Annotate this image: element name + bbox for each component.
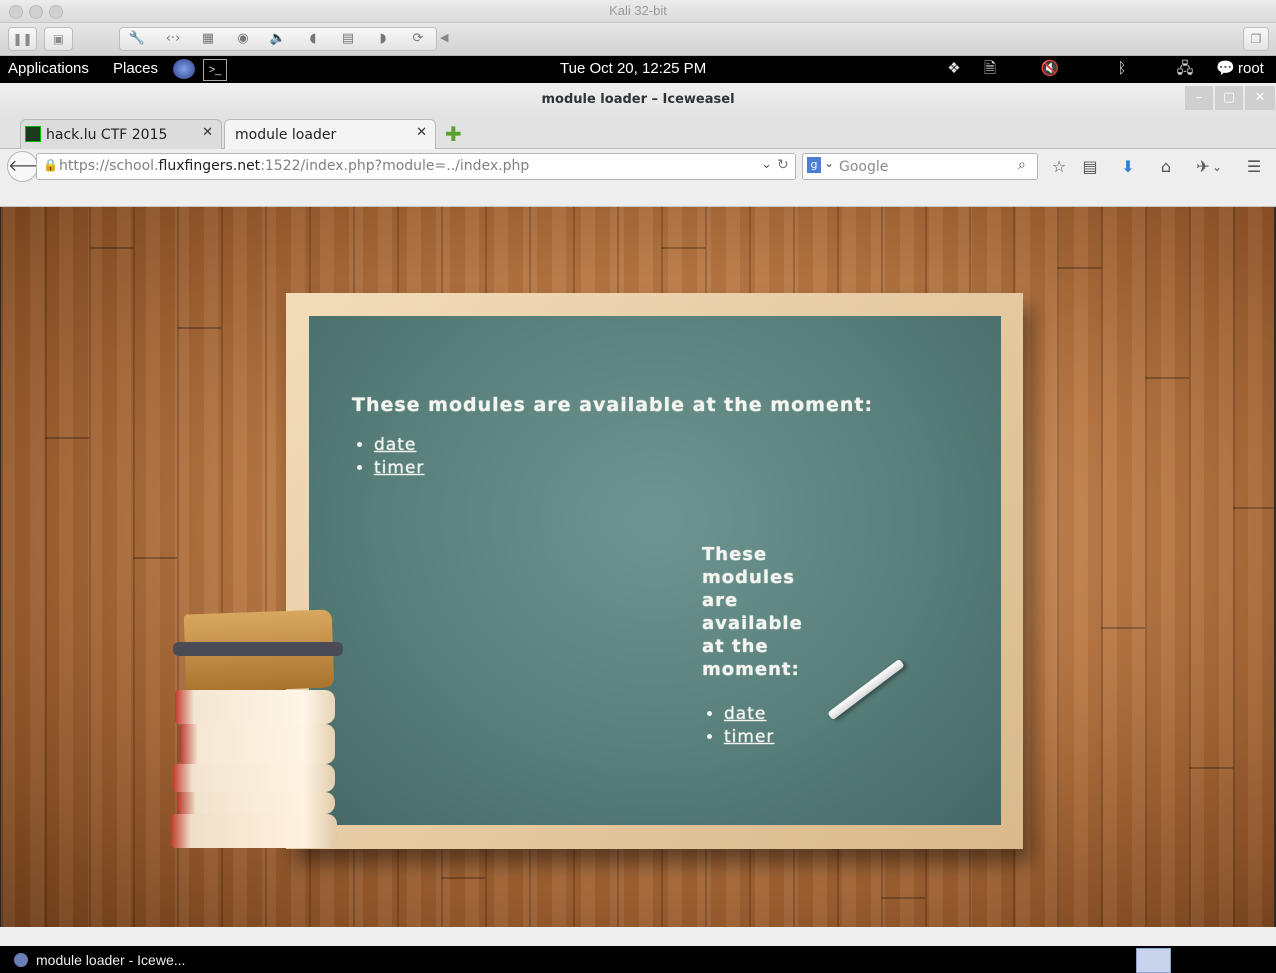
applications-menu[interactable]: Applications — [8, 60, 89, 77]
module-link-timer[interactable]: timer — [374, 458, 424, 478]
snapshot-icon[interactable]: ▣ — [44, 27, 73, 51]
tab-close-icon[interactable]: ✕ — [416, 125, 427, 140]
module-list: date timer — [702, 703, 797, 749]
tab-module-loader[interactable]: module loader ✕ — [224, 119, 436, 149]
chevron-down-icon[interactable]: ⌄ — [761, 157, 772, 172]
chevron-down-icon[interactable]: ⌄ — [824, 156, 834, 170]
camera-icon[interactable]: ◉ — [226, 28, 260, 50]
list-item: timer — [724, 726, 797, 749]
bottom-taskbar: module loader - Icewe... — [0, 946, 1276, 973]
module-link-timer[interactable]: timer — [724, 727, 774, 747]
user-chat-icon[interactable]: 💬 — [1216, 59, 1235, 79]
home-icon[interactable]: ⌂ — [1153, 155, 1179, 179]
module-list: date timer — [352, 434, 952, 480]
notification-icon[interactable]: 🗎 — [979, 59, 1001, 79]
taskbar-window-item[interactable]: module loader - Icewe... — [14, 949, 185, 971]
modules-heading: These modules are available at the momen… — [702, 544, 803, 680]
new-tab-icon[interactable]: ✚ — [445, 122, 462, 146]
tab-close-icon[interactable]: ✕ — [202, 125, 213, 140]
lock-icon: 🔒 — [43, 158, 58, 172]
dropbox-icon[interactable]: ❖ — [944, 59, 964, 79]
list-item: date — [724, 703, 797, 726]
disk-icon[interactable]: ▦ — [191, 28, 225, 50]
mouse-icon[interactable]: ◖ — [296, 28, 330, 50]
search-input[interactable]: Google — [839, 159, 888, 175]
module-link-date[interactable]: date — [374, 435, 416, 455]
browser-window-title: module loader – Iceweasel — [541, 92, 735, 107]
search-icon[interactable]: ⌕ — [1018, 157, 1026, 173]
url-bar[interactable]: 🔒 https://school.fluxfingers.net:1522/in… — [36, 153, 796, 180]
vm-titlebar: Kali 32-bit — [0, 0, 1276, 23]
wrench-icon[interactable]: 🔧 — [120, 28, 154, 50]
vm-device-group: 🔧 ‹·› ▦ ◉ 🔈 ◖ ▤ ◗ ⟳ — [119, 27, 437, 51]
browser-status-area — [0, 927, 1276, 946]
reload-icon[interactable]: ↻ — [777, 157, 789, 173]
bluetooth-icon[interactable]: ᛒ — [1112, 59, 1132, 79]
chevron-down-icon[interactable]: ⌄ — [1208, 155, 1226, 179]
volume-muted-icon[interactable]: 🔇 — [1038, 59, 1062, 79]
iceweasel-icon — [14, 953, 28, 967]
browser-titlebar: module loader – Iceweasel – ▢ ✕ — [0, 83, 1276, 117]
url-text: https://school.fluxfingers.net:1522/inde… — [59, 158, 530, 174]
google-engine-icon[interactable]: g — [807, 157, 821, 173]
list-item: timer — [374, 457, 952, 480]
lock-icon[interactable]: ▤ — [331, 28, 365, 50]
minimize-icon[interactable]: – — [1184, 86, 1213, 110]
gnome-top-panel: Applications Places >_ Tue Oct 20, 12:25… — [0, 56, 1276, 83]
collapse-icon[interactable]: ◀ — [440, 31, 448, 44]
workspace-switcher[interactable] — [1136, 948, 1171, 973]
taskbar-item-label: module loader - Icewe... — [36, 952, 186, 968]
navigation-bar: 🡐 🔒 https://school.fluxfingers.net:1522/… — [0, 149, 1276, 207]
module-list-nested: These modules are available at the momen… — [702, 543, 803, 749]
chalkboard-frame: These modules are available at the momen… — [286, 293, 1023, 849]
downloads-icon[interactable]: ⬇ — [1115, 155, 1141, 179]
usb-icon[interactable]: ◗ — [366, 28, 400, 50]
close-icon[interactable]: ✕ — [1244, 86, 1275, 110]
refresh-icon[interactable]: ⟳ — [401, 28, 435, 50]
fullscreen-icon[interactable]: ❐ — [1243, 27, 1269, 51]
list-item: date — [374, 434, 952, 457]
modules-heading: These modules are available at the momen… — [352, 394, 874, 416]
module-list-outer: These modules are available at the momen… — [352, 394, 952, 480]
bookmark-star-icon[interactable]: ☆ — [1046, 155, 1072, 179]
network-icon[interactable]: 🖧 — [1172, 59, 1198, 79]
page-viewport: These modules are available at the momen… — [1, 207, 1274, 927]
terminal-launcher-icon[interactable]: >_ — [203, 59, 227, 81]
menu-icon[interactable]: ☰ — [1241, 155, 1267, 179]
browser-launcher-icon[interactable] — [173, 59, 195, 79]
user-menu[interactable]: root — [1238, 60, 1264, 77]
sound-icon[interactable]: 🔈 — [261, 28, 295, 50]
vm-window-title: Kali 32-bit — [609, 3, 667, 18]
back-button[interactable]: 🡐 — [7, 151, 51, 182]
tab-hack-lu[interactable]: hack.lu CTF 2015 ✕ — [20, 119, 222, 149]
places-menu[interactable]: Places — [113, 60, 158, 77]
chalkboard: These modules are available at the momen… — [309, 316, 1001, 825]
tab-label: hack.lu CTF 2015 — [46, 127, 168, 143]
maximize-icon[interactable]: ▢ — [1214, 86, 1243, 110]
panel-clock[interactable]: Tue Oct 20, 12:25 PM — [560, 60, 706, 77]
code-icon[interactable]: ‹·› — [156, 28, 190, 50]
vm-toolbar: ❚❚ ▣ 🔧 ‹·› ▦ ◉ 🔈 ◖ ▤ ◗ ⟳ ◀ ❐ — [0, 23, 1276, 56]
book-stack-image — [169, 609, 349, 852]
tab-label: module loader — [235, 127, 337, 143]
reading-list-icon[interactable]: ▤ — [1077, 155, 1103, 179]
hacklu-favicon-icon — [25, 126, 41, 142]
search-bar[interactable]: g ⌄ Google ⌕ — [802, 153, 1038, 180]
tab-strip: hack.lu CTF 2015 ✕ module loader ✕ ✚ — [0, 117, 1276, 149]
pause-icon[interactable]: ❚❚ — [8, 27, 37, 51]
module-link-date[interactable]: date — [724, 704, 766, 724]
